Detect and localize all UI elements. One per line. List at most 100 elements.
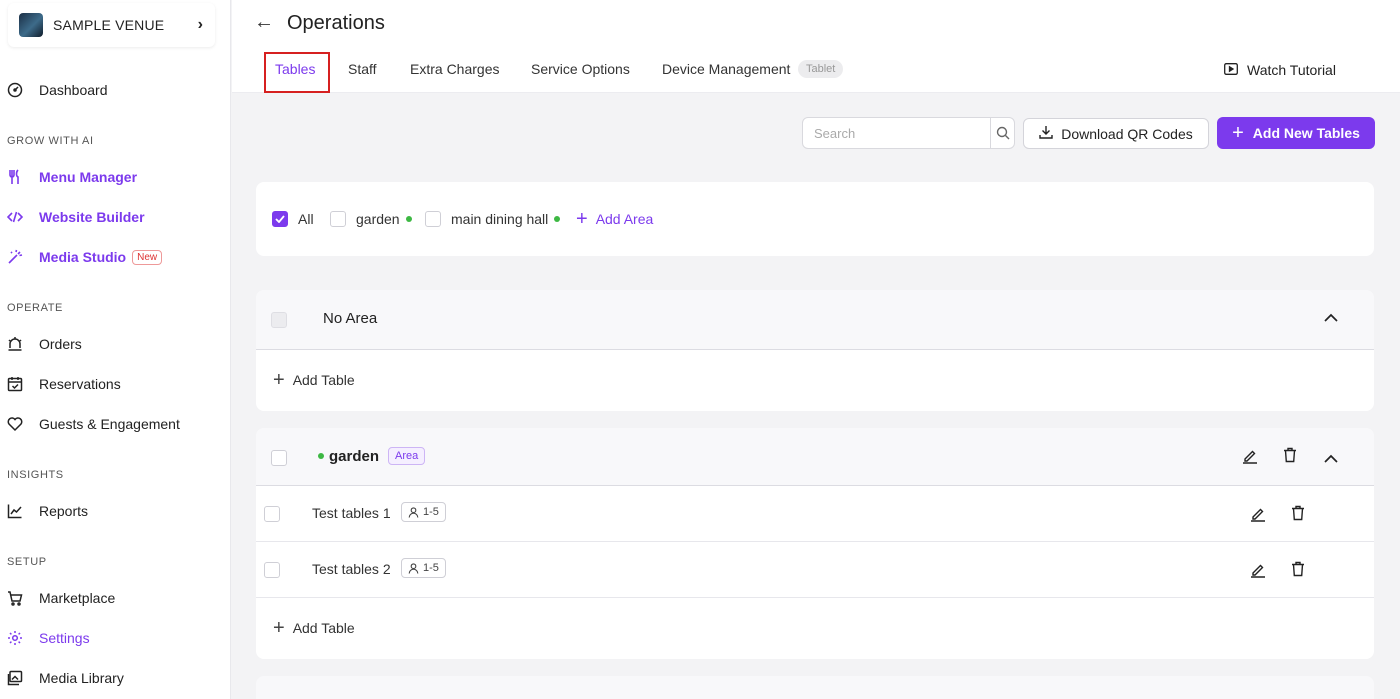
- filter-main-dining-hall[interactable]: main dining hall: [425, 211, 561, 227]
- next-area-section-partial: [256, 676, 1374, 699]
- table-name: Test tables 2: [312, 561, 391, 577]
- active-status-dot: [405, 216, 412, 222]
- person-icon: [408, 562, 419, 574]
- tab-service-options[interactable]: Service Options: [531, 61, 630, 77]
- edit-icon[interactable]: [1250, 562, 1266, 583]
- tab-extra-charges[interactable]: Extra Charges: [410, 61, 499, 77]
- sidebar-item-marketplace[interactable]: Marketplace: [7, 586, 115, 610]
- active-status-dot: [554, 216, 561, 222]
- no-area-header: No Area: [256, 290, 1374, 350]
- filter-main-dining-hall-label: main dining hall: [451, 211, 549, 227]
- trash-icon[interactable]: [1283, 447, 1297, 468]
- section-insights: INSIGHTS: [7, 469, 64, 481]
- page-title: Operations: [287, 12, 385, 34]
- active-status-dot: [318, 453, 324, 459]
- chevron-up-icon[interactable]: [1323, 310, 1339, 328]
- sidebar-item-orders[interactable]: Orders: [7, 332, 82, 356]
- sidebar-item-label: Menu Manager: [39, 169, 138, 185]
- section-operate: OPERATE: [7, 302, 63, 314]
- sidebar-item-reservations[interactable]: Reservations: [7, 372, 121, 396]
- add-new-tables-label: Add New Tables: [1252, 125, 1360, 141]
- add-table-button[interactable]: + Add Table: [256, 350, 1374, 410]
- venue-switcher[interactable]: SAMPLE VENUE ›: [8, 3, 215, 47]
- sidebar-item-website-builder[interactable]: Website Builder: [7, 205, 145, 229]
- download-qr-label: Download QR Codes: [1061, 125, 1193, 142]
- table-row: Test tables 1 1-5: [256, 486, 1374, 542]
- gauge-icon: [7, 82, 23, 98]
- line-chart-icon: [7, 503, 23, 519]
- sidebar-item-label: Media Library: [39, 670, 124, 686]
- search-icon[interactable]: [990, 118, 1014, 148]
- area-chip: Area: [388, 447, 426, 465]
- plus-icon: +: [1232, 122, 1244, 144]
- checkbox[interactable]: [264, 562, 280, 578]
- trash-icon[interactable]: [1291, 505, 1305, 526]
- cart-icon: [7, 590, 23, 606]
- search-input[interactable]: [803, 118, 990, 148]
- capacity-badge: 1-5: [401, 502, 446, 522]
- filter-garden[interactable]: garden: [330, 211, 412, 227]
- tab-tables[interactable]: Tables: [275, 61, 315, 77]
- edit-icon[interactable]: [1242, 448, 1258, 469]
- area-name-label: garden: [329, 447, 380, 465]
- sidebar-item-label: Settings: [39, 630, 90, 646]
- garden-area-header: garden Area: [256, 428, 1374, 486]
- add-table-label: Add Table: [292, 620, 355, 636]
- video-icon: [1224, 62, 1238, 78]
- images-icon: [7, 670, 23, 686]
- venue-logo: [19, 13, 43, 37]
- add-table-button[interactable]: + Add Table: [256, 598, 1374, 658]
- sidebar-item-media-library[interactable]: Media Library: [7, 666, 124, 690]
- checkbox[interactable]: [425, 211, 441, 227]
- sidebar-item-label: Reservations: [39, 376, 121, 392]
- filter-garden-label: garden: [356, 211, 400, 227]
- section-setup: SETUP: [7, 556, 47, 568]
- sidebar-item-label: Website Builder: [39, 209, 145, 225]
- add-new-tables-button[interactable]: + Add New Tables: [1217, 117, 1375, 149]
- checkbox[interactable]: [264, 506, 280, 522]
- sidebar-item-guests[interactable]: Guests & Engagement: [7, 412, 180, 436]
- add-area-button[interactable]: + Add Area: [576, 209, 653, 229]
- capacity-badge: 1-5: [401, 558, 446, 578]
- chevron-up-icon[interactable]: [1323, 451, 1339, 469]
- table-name: Test tables 1: [312, 505, 391, 521]
- watch-tutorial-link[interactable]: Watch Tutorial: [1224, 62, 1336, 78]
- add-table-label: Add Table: [292, 372, 355, 388]
- section-grow-with-ai: GROW WITH AI: [7, 135, 94, 147]
- capacity-label: 1-5: [423, 562, 439, 574]
- garden-area-section: garden Area Test tables 1 1-5 Test table…: [256, 428, 1374, 659]
- table-row: Test tables 2 1-5: [256, 542, 1374, 598]
- sidebar-item-label: Marketplace: [39, 590, 116, 606]
- calendar-check-icon: [7, 376, 23, 392]
- plus-icon: +: [273, 617, 285, 639]
- trash-icon[interactable]: [1291, 561, 1305, 582]
- sidebar-item-label: Guests & Engagement: [39, 416, 180, 432]
- checkbox[interactable]: [330, 211, 346, 227]
- tablet-chip: Tablet: [798, 60, 844, 78]
- sidebar-item-dashboard[interactable]: Dashboard: [7, 78, 108, 102]
- sidebar-item-label: Dashboard: [39, 82, 108, 98]
- download-icon: [1039, 125, 1053, 142]
- no-area-section: No Area + Add Table: [256, 290, 1374, 411]
- tab-staff[interactable]: Staff: [348, 61, 377, 77]
- sidebar: SAMPLE VENUE › Dashboard GROW WITH AI Me…: [0, 0, 231, 699]
- sidebar-item-label: Media Studio: [39, 249, 127, 265]
- capacity-label: 1-5: [423, 506, 439, 518]
- back-arrow-icon[interactable]: ←: [254, 11, 274, 34]
- tab-device-management[interactable]: Device Management: [662, 61, 790, 77]
- edit-icon[interactable]: [1250, 506, 1266, 527]
- page-header: ← Operations Tables Staff Extra Charges …: [232, 0, 1400, 93]
- sidebar-item-reports[interactable]: Reports: [7, 499, 88, 523]
- filter-all[interactable]: All: [272, 211, 314, 227]
- venue-name: SAMPLE VENUE: [53, 17, 165, 33]
- sidebar-item-media-studio[interactable]: Media Studio New: [7, 245, 163, 269]
- download-qr-codes-button[interactable]: Download QR Codes: [1023, 118, 1209, 149]
- watch-tutorial-label: Watch Tutorial: [1247, 62, 1336, 78]
- checkbox-checked-icon[interactable]: [272, 211, 288, 227]
- sidebar-item-menu-manager[interactable]: Menu Manager: [7, 165, 137, 189]
- gear-icon: [7, 630, 23, 646]
- heart-icon: [7, 416, 23, 432]
- area-filter-card: All garden main dining hall + Add Area: [256, 182, 1374, 256]
- sidebar-item-settings[interactable]: Settings: [7, 626, 90, 650]
- checkbox[interactable]: [271, 450, 287, 466]
